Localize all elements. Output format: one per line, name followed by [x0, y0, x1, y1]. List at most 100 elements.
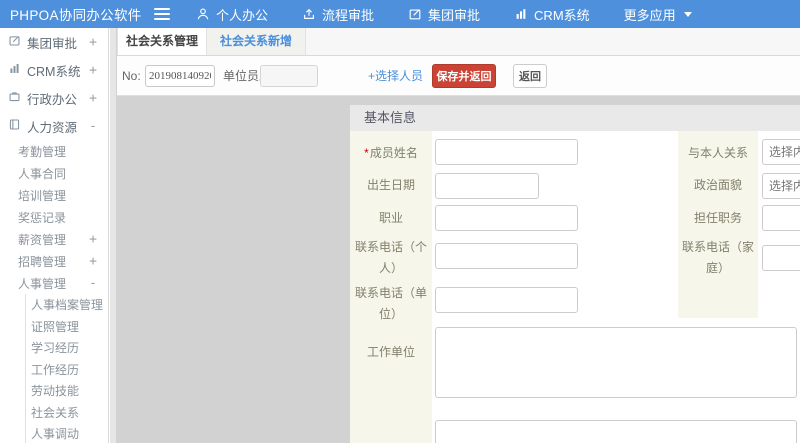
sidebar-item-label: 奖惩记录 — [18, 210, 67, 225]
expander-minus-icon[interactable]: - — [89, 276, 97, 291]
save-return-button[interactable]: 保存并返回 — [432, 64, 496, 88]
topnav-label: 集团审批 — [428, 7, 481, 23]
hamburger-menu-icon[interactable] — [154, 8, 170, 20]
sidebar-item-salary[interactable]: 薪资管理 + — [0, 228, 108, 250]
sidebar-item-label: 社会关系 — [31, 405, 80, 420]
sidebar-splitter[interactable] — [110, 28, 117, 443]
sidebar-item-label: 集团审批 — [27, 36, 78, 51]
sidebar-item-rewards[interactable]: 奖惩记录 — [0, 206, 108, 228]
sidebar-item-label: 人事档案管理 — [31, 298, 104, 313]
sidebar-item-training[interactable]: 培训管理 — [0, 184, 108, 206]
work-unit-label: 工作单位 — [366, 345, 415, 359]
sidebar-item-work-history[interactable]: 工作经历 — [26, 359, 108, 381]
sidebar-item-label: CRM系统 — [27, 64, 81, 79]
toolbar: No: 单位员工: +选择人员 保存并返回 返回 — [117, 56, 800, 96]
edit-square-icon — [408, 7, 422, 21]
sidebar-item-label: 工作经历 — [31, 362, 80, 377]
sidebar-item-label: 证照管理 — [31, 319, 80, 334]
birth-date-input[interactable] — [435, 173, 539, 199]
sidebar-item-label: 劳动技能 — [31, 384, 80, 399]
sidebar-item-group-approval[interactable]: 集团审批 + — [0, 28, 108, 56]
topnav-label: 个人办公 — [216, 7, 269, 23]
select-person-link[interactable]: +选择人员 — [368, 56, 423, 96]
bar-chart-icon — [514, 7, 528, 21]
phone-work-label: 联系电话（单位） — [354, 286, 427, 321]
user-icon — [196, 7, 210, 21]
position-input[interactable] — [762, 205, 800, 231]
phone-personal-input[interactable] — [435, 243, 578, 269]
sidebar-item-social-relations[interactable]: 社会关系 — [26, 402, 108, 424]
sidebar-item-label: 人事合同 — [18, 166, 67, 181]
relation-label: 与本人关系 — [687, 146, 748, 160]
section-title: 基本信息 — [350, 105, 800, 131]
sidebar-item-label: 薪资管理 — [18, 232, 67, 247]
topnav-label: 更多应用 — [623, 7, 676, 23]
required-marker: * — [364, 146, 369, 160]
birth-date-label: 出生日期 — [366, 178, 415, 192]
topnav-flow-approval[interactable]: 流程审批 — [302, 5, 374, 24]
sidebar-item-hr-contract[interactable]: 人事合同 — [0, 162, 108, 184]
phone-family-label: 联系电话（家庭） — [681, 240, 754, 275]
bar-chart-icon — [8, 62, 21, 78]
political-status-select[interactable]: 选择内容 — [762, 173, 800, 199]
topbar: PHPOA协同办公软件 个人办公 流程审批 集团审批 CRM系统 更多应用 — [0, 0, 800, 28]
no-input[interactable] — [145, 65, 215, 87]
sidebar-item-hr[interactable]: 人力资源 - — [0, 112, 108, 140]
sidebar-item-label: 招聘管理 — [18, 254, 67, 269]
political-status-label: 政治面貌 — [693, 178, 742, 192]
phone-work-input[interactable] — [435, 287, 578, 313]
app-brand: PHPOA协同办公软件 — [10, 8, 142, 23]
expander-plus-icon[interactable]: + — [89, 35, 97, 50]
expander-plus-icon[interactable]: + — [89, 63, 97, 78]
sidebar-item-labor-skills[interactable]: 劳动技能 — [26, 380, 108, 402]
sidebar-item-attendance[interactable]: 考勤管理 — [0, 140, 108, 162]
work-unit-textarea[interactable] — [435, 327, 797, 398]
employee-input[interactable] — [260, 65, 318, 87]
sidebar-item-personnel-transfer[interactable]: 人事调动 — [26, 423, 108, 443]
no-label: No: — [122, 69, 141, 83]
sidebar-item-certificates[interactable]: 证照管理 — [26, 316, 108, 338]
sidebar-item-recruitment[interactable]: 招聘管理 + — [0, 250, 108, 272]
sidebar-item-label: 人事管理 — [18, 276, 67, 291]
topnav-label: CRM系统 — [534, 7, 590, 23]
sidebar-item-education-history[interactable]: 学习经历 — [26, 337, 108, 359]
sidebar-item-label: 学习经历 — [31, 341, 80, 356]
topnav-label: 流程审批 — [322, 7, 375, 23]
sidebar-item-admin-office[interactable]: 行政办公 + — [0, 84, 108, 112]
briefcase-icon — [8, 90, 21, 106]
tab-social-relations-new[interactable]: 社会关系新增 — [207, 28, 307, 55]
next-field-textarea[interactable] — [435, 420, 797, 443]
flow-icon — [302, 7, 316, 21]
sidebar-item-label: 考勤管理 — [18, 144, 67, 159]
expander-plus-icon[interactable]: + — [89, 232, 97, 247]
phone-personal-label: 联系电话（个人） — [354, 240, 427, 275]
member-name-label: *成员姓名 — [364, 146, 418, 160]
member-name-input[interactable] — [435, 139, 578, 165]
expander-minus-icon[interactable]: - — [89, 119, 97, 134]
tab-social-relations-mgmt[interactable]: 社会关系管理 — [117, 28, 208, 55]
sidebar-item-label: 培训管理 — [18, 188, 67, 203]
topnav-more-apps[interactable]: 更多应用 — [624, 5, 692, 24]
occupation-input[interactable] — [435, 205, 578, 231]
sidebar-item-crm[interactable]: CRM系统 + — [0, 56, 108, 84]
edit-square-icon — [8, 34, 21, 50]
sidebar-item-personnel-mgmt[interactable]: 人事管理 - — [0, 272, 108, 294]
topnav-group-approval[interactable]: 集团审批 — [408, 5, 480, 24]
relation-select[interactable]: 选择内容 — [762, 139, 800, 165]
topnav-personal-office[interactable]: 个人办公 — [196, 5, 268, 24]
position-label: 担任职务 — [693, 211, 742, 225]
sidebar-tree-group: 人事档案管理 证照管理 学习经历 工作经历 劳动技能 社会关系 人事调动 复职管… — [25, 294, 108, 443]
form-panel: 基本信息 *成员姓名 与本人关系 选择内容 出生日期 政治面貌 选择内容 职业 … — [350, 105, 800, 443]
tab-bar: 社会关系管理 社会关系新增 — [117, 28, 800, 56]
back-button[interactable]: 返回 — [513, 64, 547, 88]
topbar-nav: 个人办公 流程审批 集团审批 CRM系统 更多应用 — [196, 5, 726, 24]
topnav-crm[interactable]: CRM系统 — [514, 5, 590, 24]
sidebar: 集团审批 + CRM系统 + 行政办公 + 人力资源 - 考勤管理 人事合同 培… — [0, 28, 109, 443]
occupation-label: 职业 — [378, 211, 403, 225]
expander-plus-icon[interactable]: + — [89, 254, 97, 269]
content-area: 基本信息 *成员姓名 与本人关系 选择内容 出生日期 政治面貌 选择内容 职业 … — [117, 96, 800, 443]
sidebar-item-personnel-files[interactable]: 人事档案管理 — [26, 294, 108, 316]
expander-plus-icon[interactable]: + — [89, 91, 97, 106]
book-icon — [8, 118, 21, 134]
phone-family-input[interactable] — [762, 245, 800, 271]
